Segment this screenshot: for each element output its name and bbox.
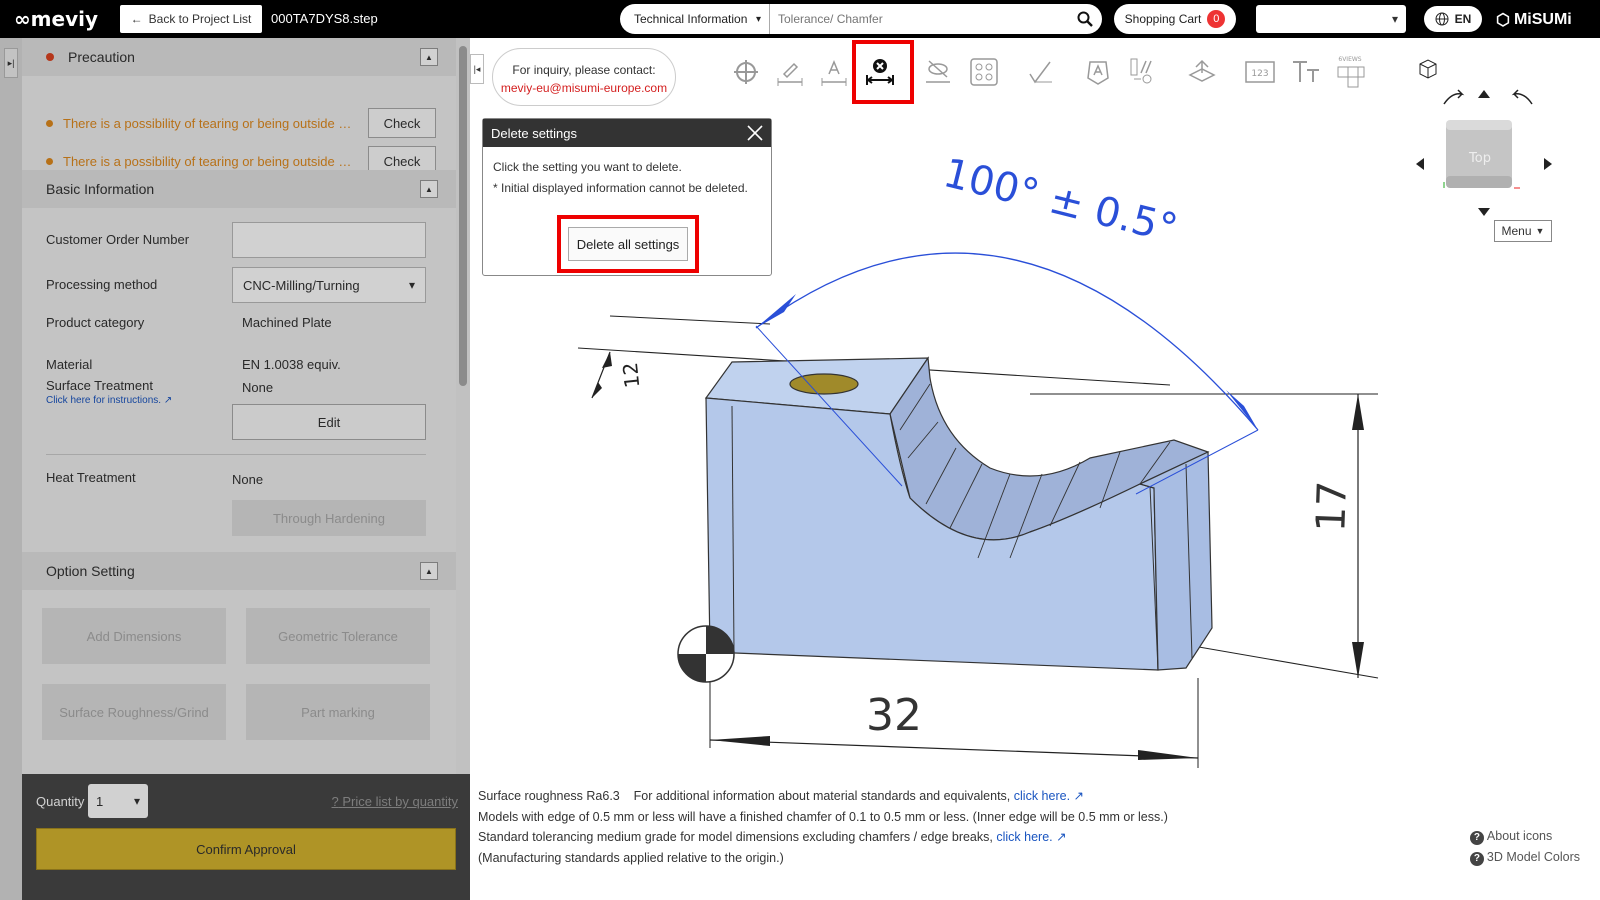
search-bar: Technical Information ▾ — [620, 4, 1102, 34]
check-button[interactable]: Check — [368, 108, 436, 138]
scrollbar-thumb[interactable] — [459, 46, 467, 386]
chevron-down-icon: ▾ — [408, 278, 415, 292]
model-colors-link[interactable]: ? 3D Model Colors — [1469, 847, 1580, 868]
part-body — [704, 356, 1213, 671]
search-input[interactable] — [770, 4, 1068, 34]
arrow-left-icon: ← — [130, 12, 143, 26]
small-dimension-label: 12 — [618, 361, 645, 389]
angle-dimension-label: 100° ± 0.5° — [939, 150, 1182, 252]
chevron-down-icon: ▾ — [133, 794, 140, 808]
height-dimension[interactable]: 17 — [1308, 394, 1364, 678]
file-name: 000TA7DYS8.step — [271, 11, 378, 26]
tolerance-info-link[interactable]: click here. ↗ — [996, 830, 1066, 844]
collapse-icon[interactable]: ▲ — [420, 562, 438, 580]
material-value: EN 1.0038 equiv. — [242, 357, 341, 372]
bullet-icon — [46, 157, 53, 165]
instructions-link[interactable]: Click here for instructions. ↗ — [46, 395, 172, 406]
width-dimension[interactable]: 32 — [709, 690, 1199, 760]
order-panel: Quantity 1 ▾ ? Price list by quantity Co… — [22, 774, 470, 900]
left-gutter: ▸| — [0, 38, 22, 900]
height-dimension-label: 17 — [1308, 480, 1356, 532]
about-icons-link[interactable]: ? About icons — [1469, 826, 1580, 847]
alert-dot-icon — [46, 53, 54, 61]
width-dimension-label: 32 — [866, 690, 922, 741]
product-category-label: Product category — [46, 315, 145, 330]
note-line: Standard tolerancing medium grade for mo… — [478, 830, 1067, 844]
help-icon: ? — [1469, 851, 1484, 866]
processing-method-label: Processing method — [46, 277, 158, 292]
left-panel-scrollbar[interactable] — [456, 38, 470, 774]
3d-viewer[interactable]: |◂ For inquiry, please contact: meviy-eu… — [470, 38, 1600, 900]
3d-model[interactable]: 100° ± 0.5° 12 17 32 — [470, 38, 1600, 778]
quantity-label: Quantity — [36, 794, 85, 809]
small-dimension[interactable]: 12 — [591, 351, 645, 399]
cart-count-badge: 0 — [1207, 10, 1226, 28]
back-to-project-list-button[interactable]: ← Back to Project List — [120, 5, 262, 33]
confirm-approval-button[interactable]: Confirm Approval — [36, 828, 456, 870]
material-label: Material — [46, 357, 93, 372]
through-hardening-button[interactable]: Through Hardening — [232, 500, 426, 536]
external-link-icon: ↗ — [1056, 830, 1067, 844]
material-info-link[interactable]: click here. ↗ — [1014, 789, 1084, 803]
precaution-item: There is a possibility of tearing or bei… — [22, 104, 456, 142]
misumi-logo[interactable]: ⬡ MiSUMi — [1496, 10, 1572, 30]
precaution-header[interactable]: Precaution ▲ — [22, 38, 456, 76]
note-line: Surface roughness Ra6.3 For additional i… — [478, 789, 1085, 803]
heat-treatment-value: None — [232, 472, 264, 487]
help-links: ? About icons ? 3D Model Colors — [1469, 826, 1580, 868]
cube-logo-icon: ⬡ — [1496, 12, 1510, 29]
edit-button[interactable]: Edit — [232, 404, 426, 440]
divider — [46, 454, 426, 455]
external-link-icon: ↗ — [161, 395, 173, 406]
customer-order-input[interactable] — [232, 222, 426, 258]
product-category-value: Machined Plate — [242, 315, 332, 330]
surface-treatment-label: Surface Treatment — [46, 378, 153, 393]
bullet-icon — [46, 119, 53, 127]
globe-icon — [1435, 12, 1449, 26]
search-icon[interactable] — [1068, 11, 1102, 27]
surface-treatment-value: None — [242, 380, 274, 395]
heat-treatment-label: Heat Treatment — [46, 470, 136, 485]
processing-method-select[interactable]: CNC-Milling/Turning ▾ — [232, 267, 426, 303]
chevron-down-icon: ▾ — [755, 13, 761, 25]
part-marking-button[interactable]: Part marking — [246, 684, 430, 740]
infinity-icon: ∞ — [14, 7, 31, 31]
language-selector[interactable]: EN — [1424, 6, 1482, 32]
collapse-icon[interactable]: ▲ — [420, 48, 438, 66]
account-select[interactable]: ▾ — [1256, 5, 1406, 33]
basic-info-header[interactable]: Basic Information ▲ — [22, 170, 456, 208]
expand-panel-button[interactable]: ▸| — [4, 48, 18, 78]
help-icon: ? — [331, 794, 339, 809]
quantity-select[interactable]: 1 ▾ — [88, 784, 148, 818]
geometric-tolerance-button[interactable]: Geometric Tolerance — [246, 608, 430, 664]
origin-marker-icon — [677, 625, 735, 683]
customer-order-label: Customer Order Number — [46, 232, 190, 247]
collapse-icon[interactable]: ▲ — [420, 180, 438, 198]
price-list-link[interactable]: ? Price list by quantity — [332, 794, 458, 809]
note-line: (Manufacturing standards applied relativ… — [478, 850, 784, 865]
search-category-select[interactable]: Technical Information ▾ — [620, 4, 770, 34]
chevron-down-icon: ▾ — [1391, 12, 1398, 26]
manufacturing-notes: Surface roughness Ra6.3 For additional i… — [478, 786, 1168, 868]
shopping-cart-button[interactable]: Shopping Cart 0 — [1114, 4, 1236, 34]
option-setting-header[interactable]: Option Setting ▲ — [22, 552, 456, 590]
add-dimensions-button[interactable]: Add Dimensions — [42, 608, 226, 664]
external-link-icon: ↗ — [1073, 789, 1085, 803]
top-bar: ∞meviy ← Back to Project List 000TA7DYS8… — [0, 0, 1600, 38]
surface-roughness-button[interactable]: Surface Roughness/Grind — [42, 684, 226, 740]
meviy-logo[interactable]: ∞meviy — [14, 7, 98, 31]
help-icon: ? — [1469, 830, 1484, 845]
left-panel: Precaution ▲ There is a possibility of t… — [22, 38, 456, 774]
note-line: Models with edge of 0.5 mm or less will … — [478, 809, 1168, 824]
